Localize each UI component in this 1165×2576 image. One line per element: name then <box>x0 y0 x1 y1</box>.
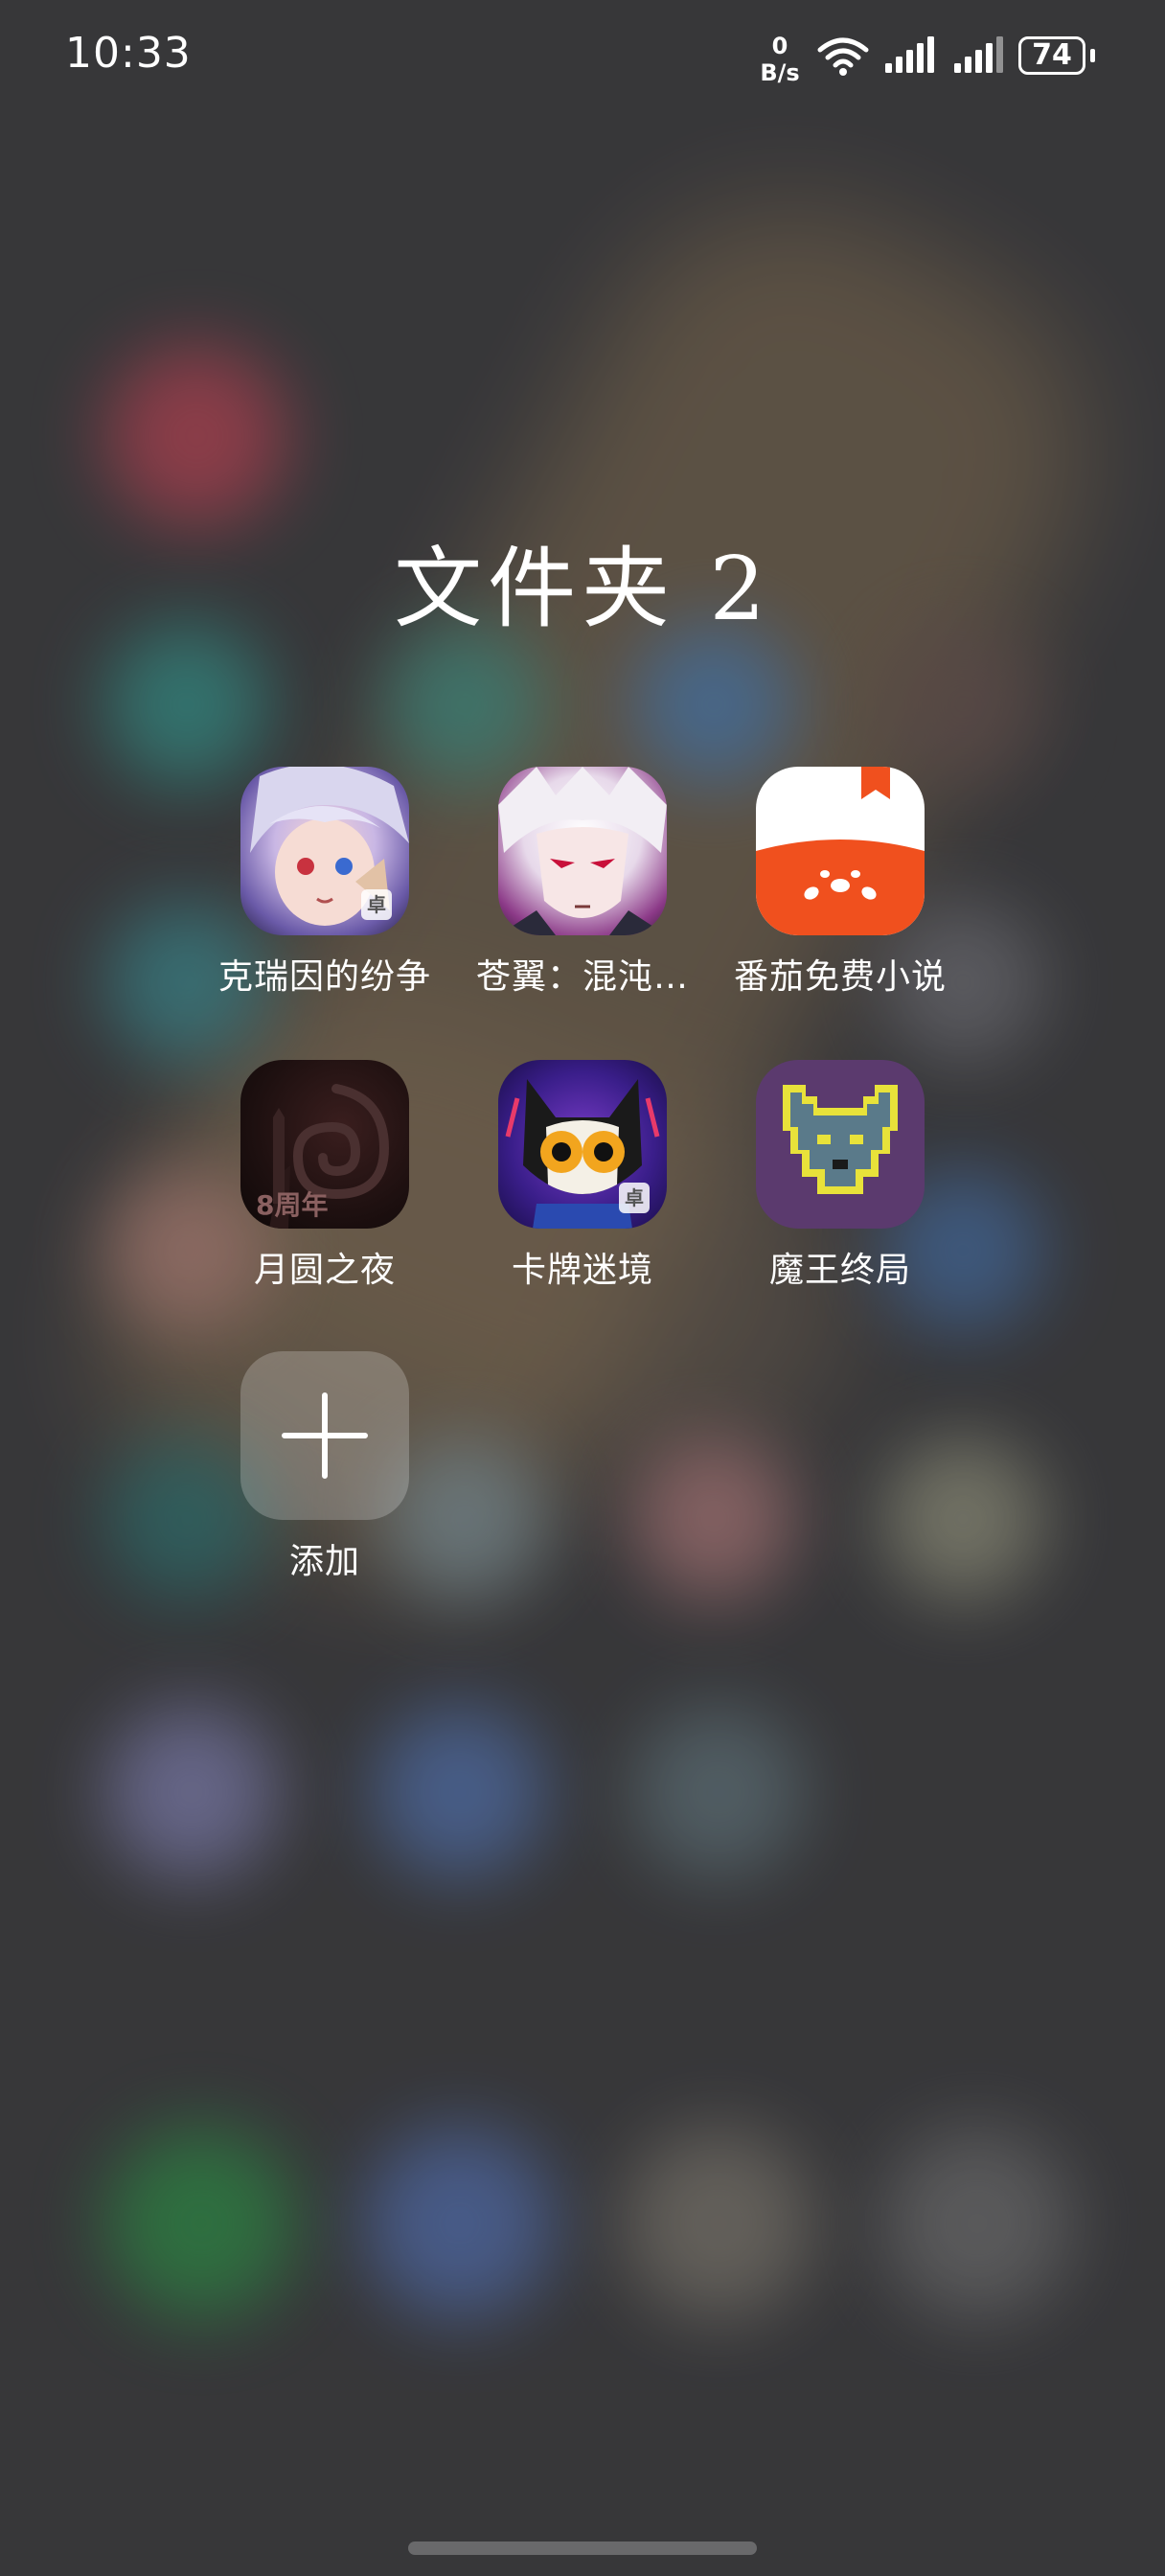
app-label: 番茄免费小说 <box>733 957 947 997</box>
cat-mask-icon[interactable]: 卓 <box>498 1060 667 1229</box>
app-tomato-novel[interactable]: 番茄免费小说 <box>716 767 965 999</box>
app-full-moon-night[interactable]: 8周年 月圆之夜 <box>200 1060 449 1292</box>
plus-icon[interactable] <box>240 1351 409 1520</box>
signal-icon <box>954 36 1003 73</box>
signal-icon <box>885 36 934 73</box>
anniversary-label: 8周年 <box>256 1189 329 1221</box>
network-speed-value: 0 <box>771 33 788 59</box>
app-label: 魔王终局 <box>768 1251 911 1290</box>
app-blazblue-chaos[interactable]: 苍翼：混沌… <box>458 767 707 999</box>
full-moon-night-icon[interactable]: 8周年 <box>240 1060 409 1229</box>
status-time: 10:33 <box>65 29 192 78</box>
home-indicator[interactable] <box>408 2542 757 2555</box>
badge-icon: 卓 <box>619 1183 650 1213</box>
folder-title[interactable]: 文件夹 2 <box>0 518 1165 645</box>
add-label: 添加 <box>288 1542 360 1581</box>
app-label: 月圆之夜 <box>253 1251 396 1290</box>
app-label: 苍翼：混沌… <box>475 957 689 997</box>
network-speed: 0 B/s <box>759 33 801 86</box>
app-kerui-dispute[interactable]: 卓 克瑞因的纷争 <box>200 767 449 999</box>
app-card-maze[interactable]: 卓 卡牌迷境 <box>458 1060 707 1292</box>
anime-boy-icon[interactable] <box>498 767 667 935</box>
app-demon-king-endgame[interactable]: 魔王终局 <box>716 1060 965 1292</box>
app-label: 克瑞因的纷争 <box>217 957 431 997</box>
network-speed-unit: B/s <box>760 59 800 86</box>
status-bar: 10:33 0 B/s 74 <box>0 0 1165 115</box>
pixel-wolf-icon[interactable] <box>756 1060 925 1229</box>
battery-indicator: 74 <box>1018 36 1085 75</box>
app-label: 卡牌迷境 <box>511 1251 653 1290</box>
anime-girl-icon[interactable]: 卓 <box>240 767 409 935</box>
badge-icon: 卓 <box>361 889 392 920</box>
add-app-button[interactable]: 添加 <box>200 1351 449 1583</box>
tomato-icon[interactable] <box>756 767 925 935</box>
battery-tip <box>1090 49 1095 62</box>
wifi-icon <box>817 37 869 76</box>
